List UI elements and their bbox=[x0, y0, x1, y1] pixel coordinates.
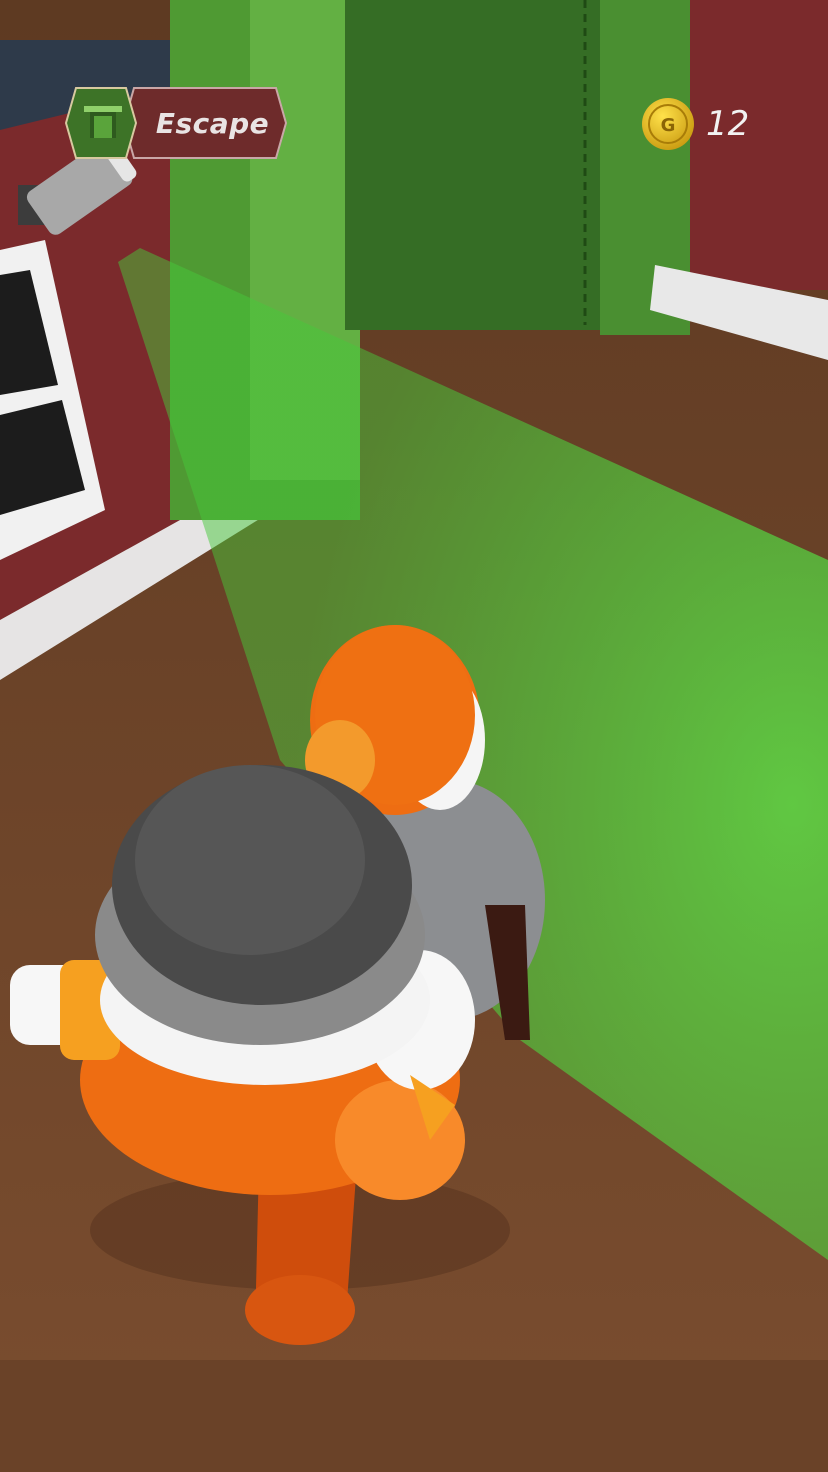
coin-icon: G bbox=[642, 98, 694, 150]
game-scene[interactable]: Escape G 12 bbox=[0, 0, 828, 1472]
coin-letter: G bbox=[661, 115, 676, 136]
objective-label: Escape bbox=[155, 107, 270, 140]
coin-count: 12 bbox=[706, 104, 750, 144]
floor-edge bbox=[0, 1360, 828, 1472]
game-world bbox=[0, 0, 828, 1472]
